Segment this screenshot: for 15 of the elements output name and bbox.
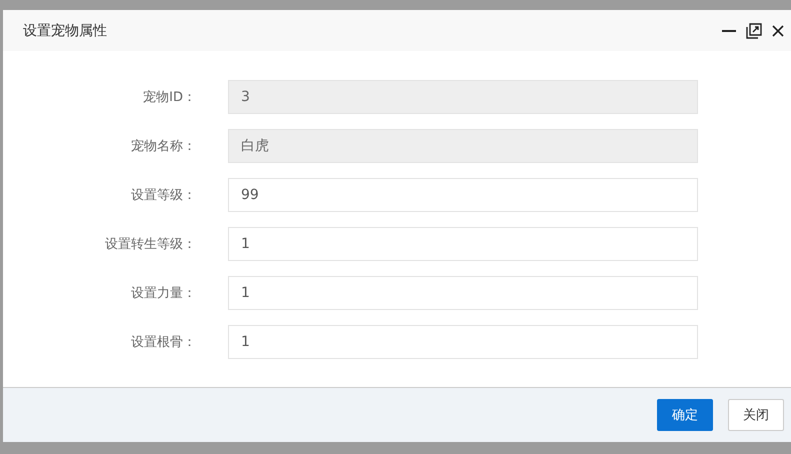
maximize-icon[interactable] <box>746 22 762 38</box>
field-label: 设置等级： <box>130 187 196 204</box>
confirm-button[interactable]: 确定 <box>657 399 713 431</box>
input-field[interactable]: 1 <box>228 276 698 310</box>
field-label: 设置转生等级： <box>104 236 196 253</box>
field-label: 宠物名称： <box>130 138 196 155</box>
dialog-title: 设置宠物属性 <box>23 22 107 40</box>
input-field[interactable]: 1 <box>228 325 698 359</box>
field-label: 设置根骨： <box>130 334 196 351</box>
close-button[interactable]: 关闭 <box>728 399 784 431</box>
field-label: 设置力量： <box>130 285 196 302</box>
field-label: 宠物ID： <box>142 89 196 106</box>
input-field[interactable]: 1 <box>228 227 698 261</box>
input-field[interactable]: 99 <box>228 178 698 212</box>
close-icon[interactable] <box>772 24 784 36</box>
